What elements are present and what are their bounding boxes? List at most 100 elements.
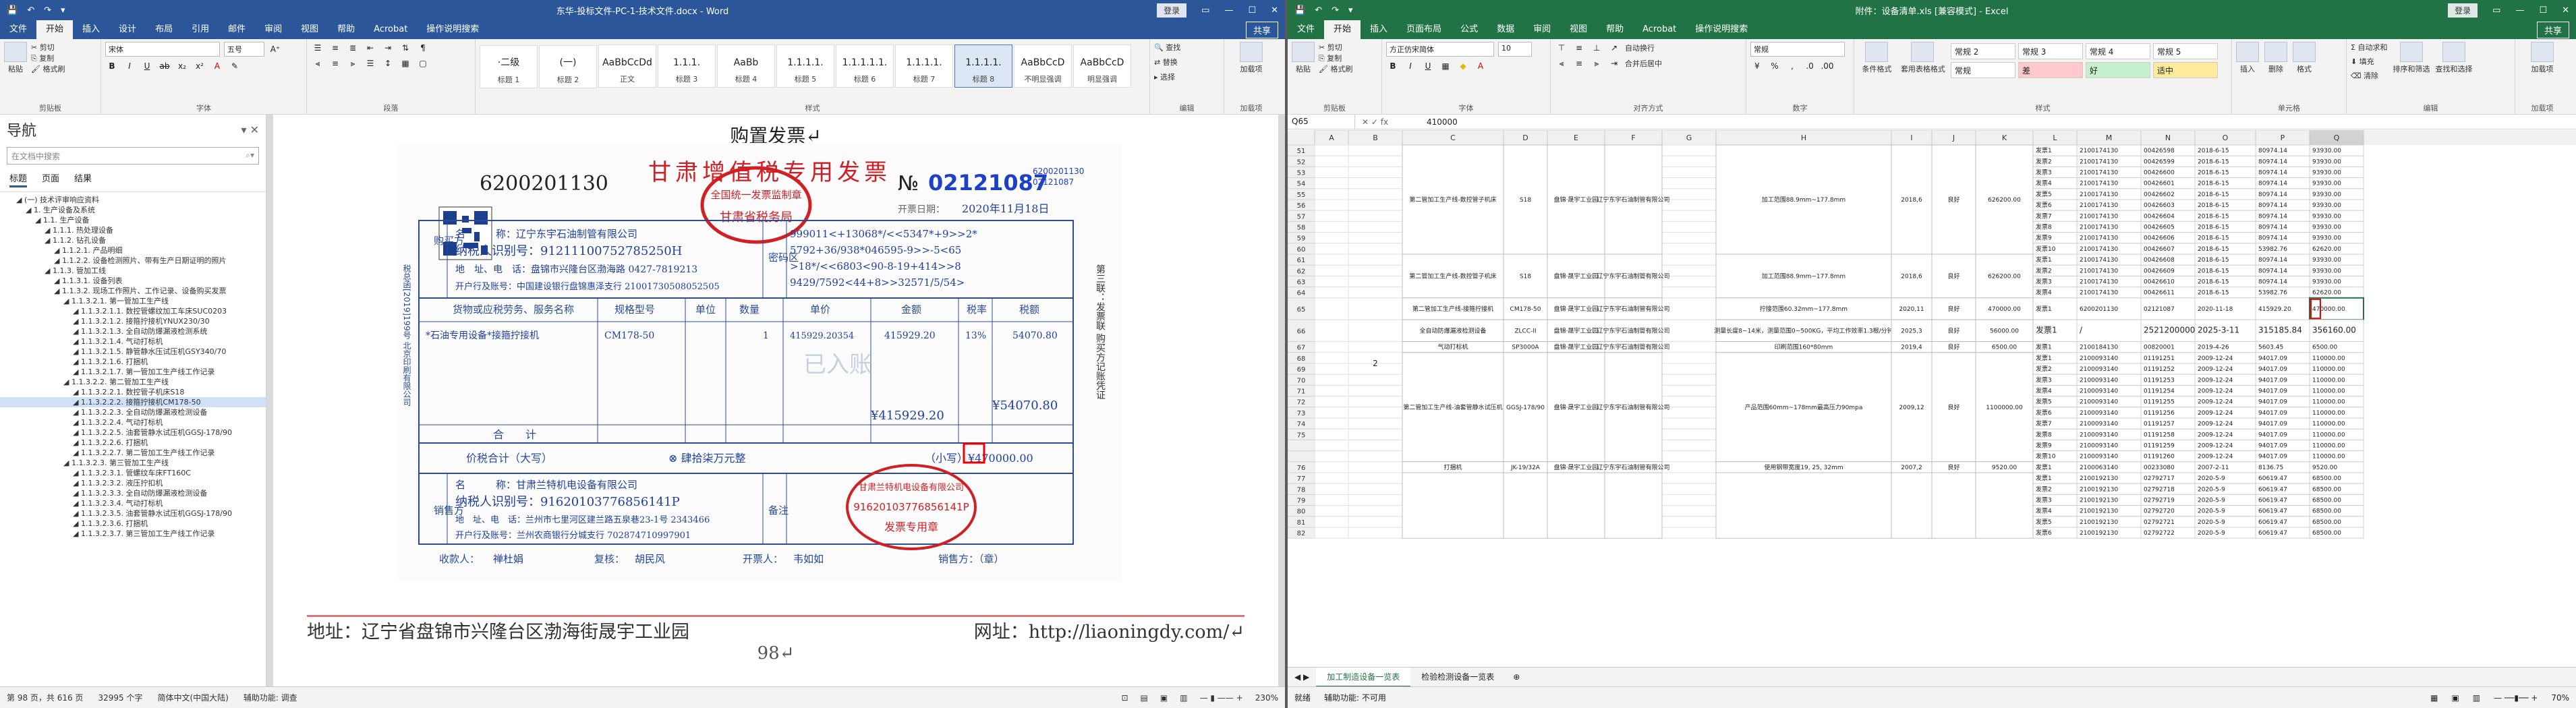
cell[interactable]	[1348, 155, 1403, 167]
formula-input[interactable]: 410000	[1423, 115, 1462, 129]
cell[interactable]	[1314, 483, 1349, 495]
cell[interactable]	[1661, 243, 1717, 255]
x-accessibility[interactable]: 辅助功能: 不可用	[1324, 692, 1386, 703]
nav-item[interactable]: ◢ 1.1.3.2. 现场工作照片、工作记录、设备购买发票	[0, 286, 266, 296]
excel-tab-4[interactable]: 公式	[1451, 20, 1487, 39]
nav-item[interactable]: ◢ 1.1.3.2.3.6. 打捆机	[0, 519, 266, 529]
excel-tab-7[interactable]: 视图	[1560, 20, 1597, 39]
nav-item[interactable]: ◢ 1.1.3.2.1.5. 静管静水压试压机GSY340/70	[0, 347, 266, 357]
style-item[interactable]: 1.1.1.1. 标题 5	[776, 45, 834, 88]
style-item[interactable]: 1.1.1.1. 标题 8	[954, 45, 1012, 88]
sheet-tab-0[interactable]: 加工制造设备一览表	[1316, 667, 1411, 687]
nav-expand-icon[interactable]: ◢	[45, 236, 53, 245]
sheet-tab-1[interactable]: 检验检测设备一览表	[1410, 668, 1505, 687]
font-color-icon[interactable]: A	[210, 60, 224, 72]
nav-expand-icon[interactable]: ◢	[54, 246, 62, 255]
cell[interactable]	[1661, 450, 1717, 463]
justify-icon[interactable]: ☰	[364, 57, 377, 69]
x-autosum-button[interactable]: Σ 自动求和	[2351, 42, 2387, 53]
add-sheet-icon[interactable]: ⊕	[1505, 672, 1528, 682]
cell[interactable]	[1314, 188, 1349, 200]
x-fill-button[interactable]: ⬇ 填充	[2351, 56, 2387, 67]
cell[interactable]	[1348, 166, 1403, 179]
highlight-icon[interactable]: ✎	[228, 60, 241, 72]
x-paste-button[interactable]: 粘贴	[1292, 42, 1315, 74]
cell[interactable]	[1661, 144, 1717, 156]
language[interactable]: 简体中文(中国大陆)	[157, 692, 228, 703]
x-borders-icon[interactable]: ▦	[1439, 60, 1452, 72]
nav-item[interactable]: ◢ 1.1.3.2.2.1. 数控管子机床S18	[0, 387, 266, 397]
cell[interactable]	[1314, 319, 1349, 343]
cell[interactable]	[1314, 341, 1349, 353]
italic-icon[interactable]: I	[123, 60, 136, 72]
nav-expand-icon[interactable]: ◢	[73, 347, 81, 356]
nav-expand-icon[interactable]: ◢	[73, 469, 81, 477]
style-item[interactable]: AaBb 标题 4	[717, 45, 775, 88]
cell[interactable]	[1348, 264, 1403, 276]
merged-cell[interactable]	[1931, 472, 1976, 539]
search-icon[interactable]: ⌕▾	[246, 150, 254, 161]
cell[interactable]	[1348, 384, 1403, 397]
x-font-name-combo[interactable]: 方正仿宋简体	[1386, 42, 1494, 57]
nav-expand-icon[interactable]: ◢	[73, 307, 81, 316]
excel-tab-8[interactable]: 帮助	[1597, 20, 1633, 39]
excel-tab-0[interactable]: 文件	[1288, 20, 1324, 39]
nav-expand-icon[interactable]: ◢	[63, 378, 71, 386]
cell[interactable]	[1661, 155, 1717, 167]
line-spacing-icon[interactable]: ↕	[381, 57, 395, 69]
cell[interactable]	[1348, 319, 1403, 343]
subscript-icon[interactable]: x₂	[175, 60, 189, 72]
nav-item[interactable]: ◢ 1.1.3.2.1.7. 第一管加工生产线工作记录	[0, 367, 266, 377]
nav-expand-icon[interactable]: ◢	[45, 226, 53, 235]
cell[interactable]	[2076, 319, 2142, 343]
cell[interactable]	[1661, 527, 1717, 539]
x-format-button[interactable]: 格式	[2293, 42, 2316, 74]
nav-tab-2[interactable]: 结果	[74, 171, 92, 187]
nav-item[interactable]: ◢ 1.1.3.2.2. 第二管加工生产线	[0, 377, 266, 387]
decrease-indent-icon[interactable]: ⇤	[364, 42, 377, 54]
cell[interactable]	[1348, 428, 1403, 440]
x-percent-icon[interactable]: %	[1768, 60, 1781, 72]
merged-cell[interactable]	[1604, 472, 1663, 539]
excel-tab-9[interactable]: Acrobat	[1633, 20, 1686, 39]
nav-expand-icon[interactable]: ◢	[73, 408, 81, 417]
cell[interactable]	[1348, 341, 1403, 353]
nav-expand-icon[interactable]: ◢	[73, 317, 81, 326]
x-align-middle-icon[interactable]: ≡	[1572, 42, 1586, 54]
ribbon-display-icon[interactable]: ▭	[1201, 5, 1209, 16]
cell[interactable]	[1314, 220, 1349, 233]
cell[interactable]	[1348, 396, 1403, 408]
x-merge-button[interactable]: 合并后居中	[1625, 58, 1662, 69]
x-align-center-icon[interactable]: ≡	[1572, 57, 1586, 69]
nav-expand-icon[interactable]: ◢	[73, 438, 81, 447]
paste-button[interactable]: 粘贴	[4, 42, 27, 74]
cell[interactable]	[1348, 188, 1403, 200]
nav-expand-icon[interactable]: ◢	[45, 266, 53, 275]
cell[interactable]	[1348, 287, 1403, 299]
cell[interactable]	[1314, 428, 1349, 440]
cell[interactable]	[1348, 243, 1403, 255]
cell[interactable]	[1314, 396, 1349, 408]
save-icon[interactable]: 💾	[7, 5, 18, 16]
cell[interactable]	[1661, 352, 1717, 364]
excel-tab-2[interactable]: 插入	[1361, 20, 1397, 39]
word-tab-3[interactable]: 设计	[109, 20, 146, 39]
format-painter-button[interactable]: 🖌 格式刷	[31, 63, 65, 74]
word-tab-0[interactable]: 文件	[0, 20, 36, 39]
cell[interactable]	[1314, 232, 1349, 244]
customize-qat-icon[interactable]: ▾	[61, 5, 65, 16]
sheet-prev-icon[interactable]: ◀ ▶	[1288, 672, 1316, 682]
cell[interactable]	[1348, 527, 1403, 539]
word-tab-11[interactable]: 操作说明搜索	[417, 20, 488, 39]
x-zoom-slider[interactable]: — ──▮── +	[2494, 693, 2538, 703]
nav-expand-icon[interactable]: ◢	[73, 367, 81, 376]
nav-expand-icon[interactable]: ◢	[54, 287, 62, 295]
x-indent-icon[interactable]: ⇥	[1607, 57, 1621, 69]
nav-item[interactable]: ◢ 1.1.3.2.2.6. 打捆机	[0, 438, 266, 448]
cell[interactable]	[1661, 287, 1717, 299]
nav-item[interactable]: ◢ 1.1.3.2.1.6. 打捆机	[0, 357, 266, 367]
cell[interactable]	[1314, 494, 1349, 506]
increase-indent-icon[interactable]: ⇥	[381, 42, 395, 54]
cell[interactable]	[1348, 417, 1403, 430]
nav-expand-icon[interactable]: ◢	[73, 388, 81, 396]
